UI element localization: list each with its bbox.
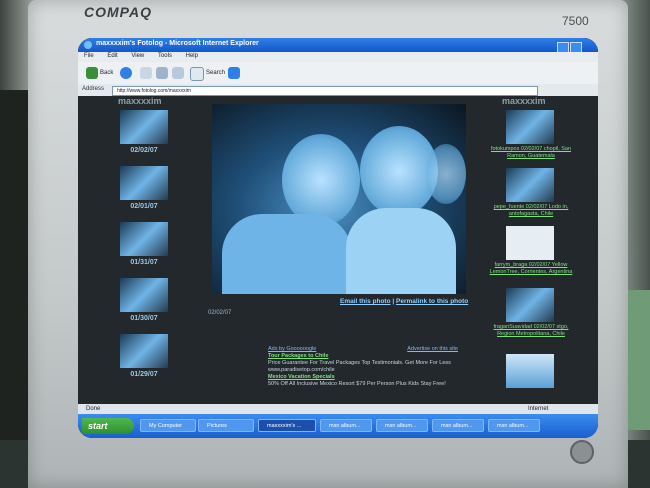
menu-tools[interactable]: Tools: [158, 53, 172, 59]
monitor-screen: maxxxxim's Fotolog - Microsoft Internet …: [78, 38, 598, 438]
status-text: Done: [86, 406, 101, 412]
photo-links: Email this photo | Permalink to this pho…: [340, 298, 468, 305]
task-album-1[interactable]: msn album...: [320, 419, 372, 432]
photo-person-right: [426, 144, 466, 204]
menu-help[interactable]: Help: [186, 53, 198, 59]
thumbnail-date-3: 01/31/07: [130, 259, 158, 266]
thumbnail-date-5: 01/29/07: [130, 371, 158, 378]
right-item-3[interactable]: farrym_braga 02/02/07 Yellow LemonTree, …: [486, 262, 576, 276]
back-arrow-icon[interactable]: [86, 67, 98, 79]
status-bar: Done Internet: [78, 404, 598, 414]
task-browser-active[interactable]: maxxxxim's ...: [258, 419, 316, 432]
thumbnail-date-2: 02/01/07: [130, 203, 158, 210]
right-thumbnail-5[interactable]: [506, 354, 554, 388]
permalink-link[interactable]: Permalink to this photo: [396, 298, 468, 305]
task-my-computer[interactable]: My Computer: [140, 419, 196, 432]
photo-date: 02/02/07: [208, 310, 232, 316]
username-right[interactable]: maxxxxim: [502, 96, 546, 106]
ad-text-1: Price Guarantee For Travel Packages Top …: [268, 360, 451, 366]
favorites-icon[interactable]: [228, 67, 240, 79]
address-bar: Address http://www.fotolog.com/maxxxxim: [78, 84, 598, 96]
ads-by-google[interactable]: Ads by Goooooogle: [268, 346, 316, 353]
search-button[interactable]: Search: [206, 70, 225, 76]
thumbnail-date-1: 02/02/07: [130, 147, 158, 154]
ad-title-2[interactable]: Mexico Vacation Specials: [268, 374, 458, 381]
task-album-3[interactable]: msn album...: [432, 419, 484, 432]
right-item-4[interactable]: fraganSuavidad 02/02/07 stgo, Region Met…: [486, 324, 576, 338]
start-button[interactable]: start: [82, 418, 134, 434]
browser-toolbar: Back Search: [78, 62, 598, 85]
right-item-4-text[interactable]: fraganSuavidad 02/02/07 stgo, Region Met…: [494, 324, 569, 337]
taskbar: start My Computer Pictures maxxxxim's ..…: [78, 414, 598, 438]
window-title: maxxxxim's Fotolog - Microsoft Internet …: [96, 40, 259, 47]
right-item-1-text[interactable]: fotokumpos 02/02/07 chopil, San Ramon, G…: [491, 146, 571, 159]
right-thumbnail-1[interactable]: [506, 110, 554, 144]
right-item-2[interactable]: pepe_fuente 02/02/07 Lodo in, antofagast…: [486, 204, 576, 218]
address-input[interactable]: http://www.fotolog.com/maxxxxim: [112, 86, 538, 96]
window-titlebar[interactable]: maxxxxim's Fotolog - Microsoft Internet …: [78, 38, 598, 71]
address-label: Address: [82, 86, 105, 92]
menu-edit[interactable]: Edit: [107, 53, 117, 59]
background-dark-edge: [0, 90, 28, 488]
menu-file[interactable]: File: [84, 53, 94, 59]
forward-arrow-icon[interactable]: [120, 67, 132, 79]
right-thumbnail-2[interactable]: [506, 168, 554, 202]
task-album-4[interactable]: msn album...: [488, 419, 540, 432]
thumbnail-3[interactable]: [120, 222, 168, 256]
security-zone: Internet: [528, 406, 549, 412]
task-pictures[interactable]: Pictures: [198, 419, 254, 432]
menu-bar: File Edit View Tools Help: [78, 52, 598, 62]
monitor-model: 7500: [562, 14, 589, 28]
refresh-icon[interactable]: [156, 67, 168, 79]
ad-text-2: 50% Off All Inclusive Mexico Resort $79 …: [268, 381, 446, 387]
link-separator: |: [392, 298, 395, 305]
home-icon[interactable]: [172, 67, 184, 79]
right-item-3-text[interactable]: farrym_braga 02/02/07 Yellow LemonTree, …: [490, 262, 573, 275]
right-item-1[interactable]: fotokumpos 02/02/07 chopil, San Ramon, G…: [486, 146, 576, 160]
menu-view[interactable]: View: [131, 53, 144, 59]
photo-body-center: [346, 208, 456, 294]
right-item-2-text[interactable]: pepe_fuente 02/02/07 Lodo in, antofagast…: [494, 204, 569, 217]
task-album-2[interactable]: msn album...: [376, 419, 428, 432]
thumbnail-2[interactable]: [120, 166, 168, 200]
thumbnail-1[interactable]: [120, 110, 168, 144]
username-left[interactable]: maxxxxim: [118, 96, 162, 106]
ad-title-1[interactable]: Tour Packages to Chile: [268, 353, 458, 360]
power-button-icon[interactable]: [570, 440, 594, 464]
thumbnail-4[interactable]: [120, 278, 168, 312]
search-icon[interactable]: [190, 67, 204, 81]
internet-explorer-icon: [84, 41, 92, 49]
thumbnail-date-4: 01/30/07: [130, 315, 158, 322]
main-photo: [212, 104, 466, 294]
photo-person-left: [282, 134, 360, 226]
advertise-link[interactable]: Advertise on this site: [407, 346, 458, 353]
stop-icon[interactable]: [140, 67, 152, 79]
back-button[interactable]: Back: [100, 70, 113, 76]
page-content: maxxxxim 02/02/07 02/01/07 01/31/07 01/3…: [78, 96, 598, 404]
right-thumbnail-3[interactable]: [506, 226, 554, 260]
photo-body-left: [222, 214, 352, 294]
email-photo-link[interactable]: Email this photo: [340, 298, 391, 305]
ad-url-1[interactable]: www.paradisetop.com/chile: [268, 367, 458, 374]
right-thumbnail-4[interactable]: [506, 288, 554, 322]
window-controls: [556, 40, 590, 71]
monitor-brand: COMPAQ: [84, 4, 152, 20]
thumbnail-5[interactable]: [120, 334, 168, 368]
ads-section: Ads by Goooooogle Advertise on this site…: [268, 346, 458, 388]
